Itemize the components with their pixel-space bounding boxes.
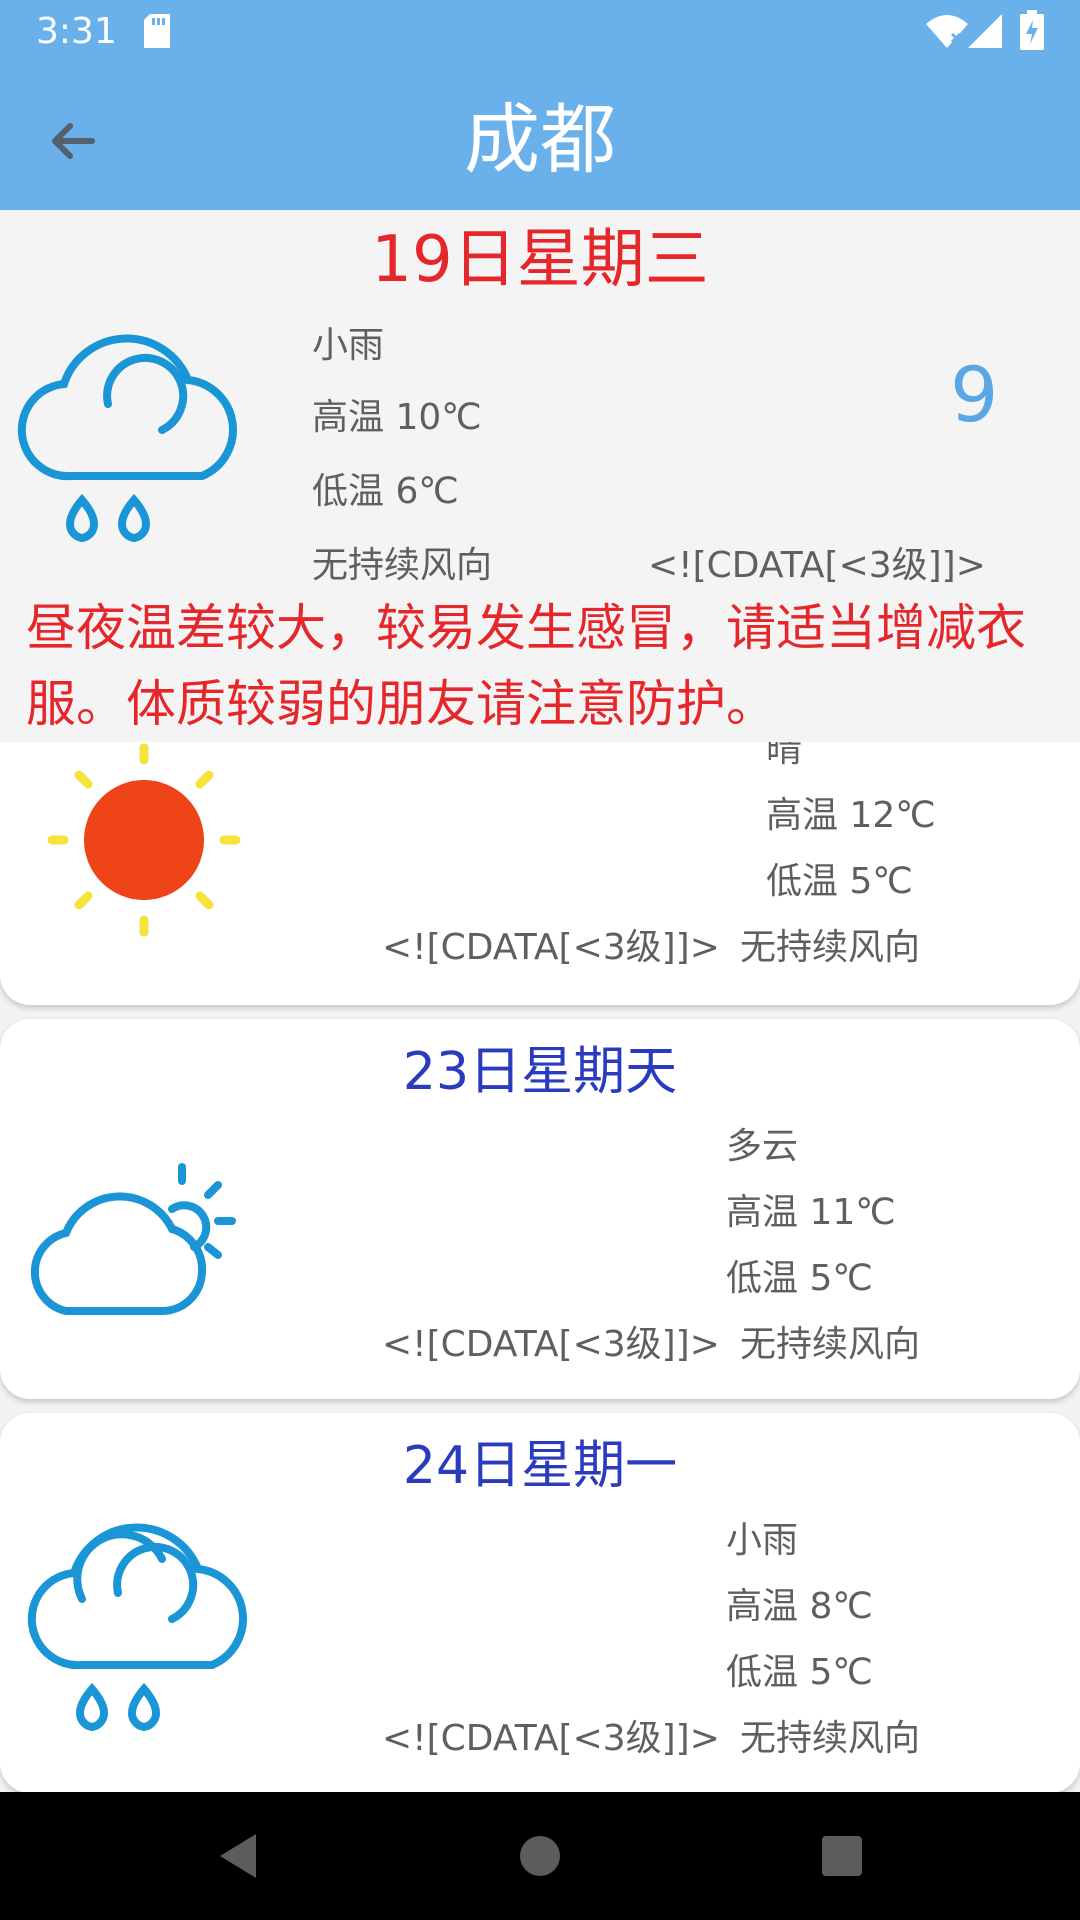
forecast-condition: 多云 — [726, 1126, 799, 1167]
today-wind-direction: 无持续风向 — [312, 545, 493, 586]
current-temperature: 9 — [950, 350, 999, 439]
today-wind-level: <![CDATA[<3级]]> — [648, 545, 986, 586]
sd-card-icon — [144, 14, 170, 48]
forecast-wind-level: <![CDATA[<3级]]> — [382, 927, 720, 968]
today-high: 高温 10℃ — [312, 397, 482, 438]
today-date: 19日星期三 — [371, 223, 709, 297]
wifi-icon — [926, 15, 968, 48]
nav-recents-icon[interactable] — [814, 1828, 870, 1884]
forecast-condition: 小雨 — [726, 1520, 799, 1561]
forecast-high: 高温 12℃ — [766, 795, 936, 836]
app-bar: 成都 — [0, 64, 1080, 210]
today-low: 低温 6℃ — [312, 471, 459, 512]
status-bar: 3:31 — [0, 0, 1080, 64]
forecast-wind-direction: 无持续风向 — [740, 1718, 921, 1759]
signal-icon — [968, 14, 1002, 48]
partly-cloudy-icon — [30, 1163, 236, 1315]
nav-home-icon[interactable] — [512, 1828, 568, 1884]
nav-back-icon[interactable] — [212, 1828, 268, 1884]
forecast-wind-direction: 无持续风向 — [740, 1324, 921, 1365]
today-panel: 19日星期三 小雨 高温 10℃ 低温 6℃ 无持续风向 <![CDATA[<3… — [0, 210, 1080, 742]
forecast-wind-level: <![CDATA[<3级]]> — [382, 1324, 720, 1365]
rain-cloud-icon — [17, 334, 237, 543]
forecast-low: 低温 5℃ — [766, 861, 913, 902]
forecast-card[interactable]: 24日星期一 小雨 高温 8℃ 低温 5℃ <![CDATA[<3级]]> 无持… — [0, 1413, 1080, 1793]
forecast-date: 23日星期天 — [402, 1042, 678, 1102]
forecast-wind-level: <![CDATA[<3级]]> — [382, 1718, 720, 1759]
battery-icon — [1020, 10, 1044, 50]
forecast-wind-direction: 无持续风向 — [740, 927, 921, 968]
forecast-low: 低温 5℃ — [726, 1258, 873, 1299]
health-tip: 昼夜温差较大，较易发生感冒，请适当增减衣服。体质较弱的朋友请注意防护。 — [26, 599, 1026, 733]
today-condition: 小雨 — [312, 325, 385, 366]
sun-icon — [47, 743, 241, 937]
forecast-high: 高温 8℃ — [726, 1586, 873, 1627]
forecast-low: 低温 5℃ — [726, 1652, 873, 1693]
forecast-high: 高温 11℃ — [726, 1192, 896, 1233]
forecast-card[interactable]: 23日星期天 多云 高温 11℃ 低温 5℃ <![CDATA[<3级]]> 无… — [0, 1019, 1080, 1399]
forecast-date: 24日星期一 — [402, 1436, 678, 1496]
status-time: 3:31 — [36, 11, 117, 52]
rain-cloud-icon — [27, 1523, 247, 1732]
page-title: 成都 — [464, 95, 616, 184]
navigation-bar — [0, 1792, 1080, 1920]
